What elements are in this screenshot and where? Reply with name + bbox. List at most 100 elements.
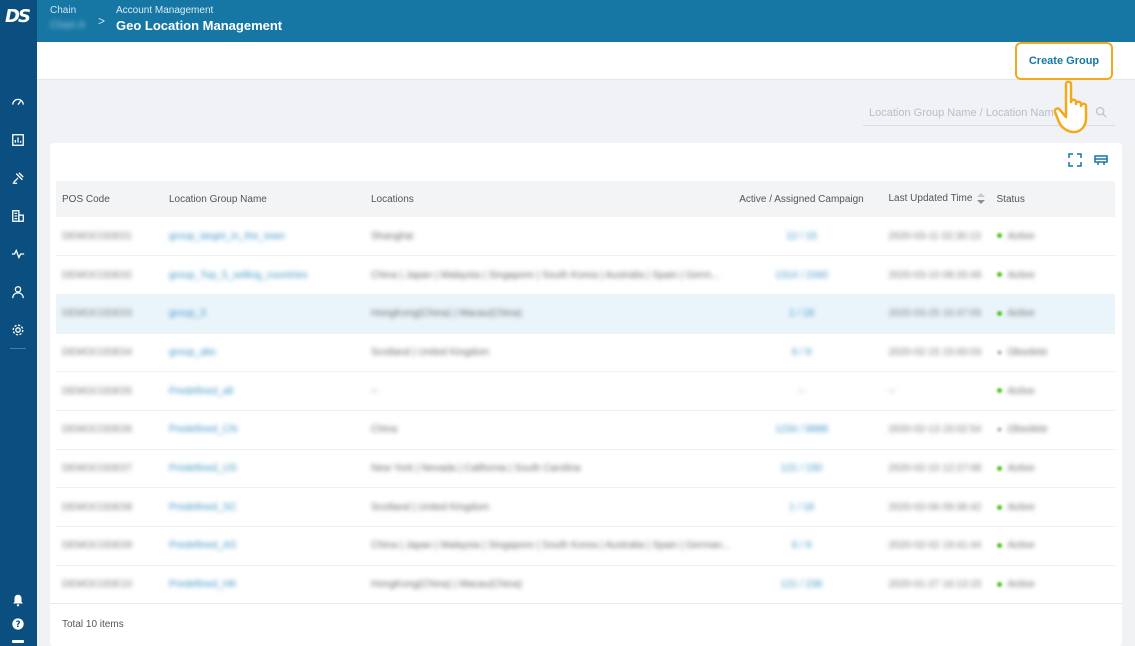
campaign-icon[interactable] bbox=[8, 168, 28, 188]
campaign-count-link[interactable]: 1234 / 8888 bbox=[775, 424, 828, 435]
cell-group-name[interactable]: group_target_in_the_town bbox=[163, 217, 365, 256]
group-name-link[interactable]: Predefined_all bbox=[169, 386, 233, 397]
cell-campaign[interactable]: 1314 / 2340 bbox=[731, 256, 873, 295]
table-row[interactable]: DEMOCODE03 group_3 HongKong(China) | Mac… bbox=[56, 294, 1115, 334]
cell-group-name[interactable]: Predefined_all bbox=[163, 372, 365, 411]
group-name-link[interactable]: Predefined_CN bbox=[169, 424, 237, 435]
pos-code-text: DEMOCODE05 bbox=[62, 385, 133, 397]
group-name-link[interactable]: group_3 bbox=[169, 308, 206, 319]
user-icon[interactable] bbox=[8, 282, 28, 302]
status-badge: Active bbox=[1007, 269, 1035, 281]
cell-campaign[interactable]: 121 / 236 bbox=[731, 565, 873, 604]
chain-selector[interactable]: Chain A bbox=[50, 20, 85, 31]
table-row[interactable]: DEMOCODE07 Predefined_US New York | Neva… bbox=[56, 449, 1115, 488]
pos-code-text: DEMOCODE07 bbox=[62, 462, 133, 474]
cell-group-name[interactable]: Predefined_HK bbox=[163, 565, 365, 604]
campaign-count-link[interactable]: 1 / 18 bbox=[789, 308, 814, 319]
table-row[interactable]: DEMOCODE08 Predefined_SC Scotland | Unit… bbox=[56, 488, 1115, 527]
cell-campaign[interactable]: 1 / 18 bbox=[731, 488, 873, 527]
collapse-handle[interactable] bbox=[12, 640, 24, 643]
status-dot-icon bbox=[996, 311, 1002, 317]
cell-updated-time: -- bbox=[873, 372, 991, 411]
status-badge: Active bbox=[1007, 501, 1035, 513]
group-name-link[interactable]: Predefined_HK bbox=[169, 579, 237, 590]
cell-campaign[interactable]: 121 / 150 bbox=[731, 449, 873, 488]
col-pos-code: POS Code bbox=[62, 193, 110, 205]
status-dot-icon bbox=[996, 581, 1002, 587]
status-dot-icon bbox=[996, 349, 1002, 355]
campaign-count-link[interactable]: 12 / 15 bbox=[786, 231, 817, 242]
campaign-count-link[interactable]: 1 / 18 bbox=[789, 502, 814, 513]
bell-icon[interactable] bbox=[8, 590, 28, 610]
fullscreen-icon[interactable] bbox=[1068, 153, 1082, 167]
cell-group-name[interactable]: Predefined_CN bbox=[163, 410, 365, 449]
updated-time-text: 2020-02-13 15:02:54 bbox=[888, 424, 982, 436]
building-icon[interactable] bbox=[8, 206, 28, 226]
hand-pointer-icon bbox=[1053, 80, 1088, 134]
cell-campaign[interactable]: -- bbox=[731, 372, 873, 411]
cell-pos-code: DEMOCODE01 bbox=[56, 217, 163, 256]
create-group-button[interactable]: Create Group bbox=[1015, 42, 1113, 80]
cell-locations: HongKong(China) | Macau(China) bbox=[365, 565, 731, 604]
cell-status: Active bbox=[991, 449, 1116, 488]
group-name-link[interactable]: group_abc bbox=[169, 347, 216, 358]
cell-group-name[interactable]: group_Top_5_selling_countries bbox=[163, 256, 365, 295]
cell-updated-time: 2020-03-11 02:30:13 bbox=[873, 217, 991, 256]
table-row[interactable]: DEMOCODE04 group_abc Scotland | United K… bbox=[56, 333, 1115, 372]
group-name-link[interactable]: Predefined_US bbox=[169, 463, 237, 474]
cell-pos-code: DEMOCODE07 bbox=[56, 449, 163, 488]
breadcrumb-parent[interactable]: Account Management bbox=[116, 5, 213, 16]
report-icon[interactable] bbox=[8, 130, 28, 150]
cell-group-name[interactable]: Predefined_US bbox=[163, 449, 365, 488]
table-row[interactable]: DEMOCODE01 group_target_in_the_town Shan… bbox=[56, 217, 1115, 256]
cell-group-name[interactable]: group_abc bbox=[163, 333, 365, 372]
campaign-count-link[interactable]: 6 / 9 bbox=[792, 347, 811, 358]
cell-group-name[interactable]: Predefined_SC bbox=[163, 488, 365, 527]
status-badge: Active bbox=[1007, 308, 1035, 320]
cell-updated-time: 2020-02-02 19:41:44 bbox=[873, 527, 991, 566]
table-row[interactable]: DEMOCODE06 Predefined_CN China 1234 / 88… bbox=[56, 410, 1115, 450]
group-name-link[interactable]: Predefined_AS bbox=[169, 540, 236, 551]
table-row[interactable]: DEMOCODE09 Predefined_AS China | Japan |… bbox=[56, 527, 1115, 566]
table-row[interactable]: DEMOCODE02 group_Top_5_selling_countries… bbox=[56, 256, 1115, 295]
locations-text: HongKong(China) | Macau(China) bbox=[371, 579, 523, 591]
activity-icon[interactable] bbox=[8, 244, 28, 264]
cell-group-name[interactable]: group_3 bbox=[163, 294, 365, 333]
sidebar-divider bbox=[10, 348, 26, 349]
footer-divider bbox=[50, 603, 1122, 604]
logo[interactable]: DS bbox=[5, 6, 33, 30]
cell-campaign[interactable]: 1 / 18 bbox=[731, 294, 873, 333]
campaign-count-link[interactable]: 121 / 150 bbox=[781, 463, 823, 474]
updated-time-text: 2020-01-27 16:13:15 bbox=[888, 579, 982, 591]
cell-campaign[interactable]: 1234 / 8888 bbox=[731, 410, 873, 449]
cell-campaign[interactable]: 6 / 9 bbox=[731, 527, 873, 566]
cell-updated-time: 2020-03-10 08:20:49 bbox=[873, 256, 991, 295]
pos-code-text: DEMOCODE06 bbox=[62, 424, 133, 436]
col-last-updated-time[interactable]: Last Updated Time bbox=[873, 181, 991, 217]
campaign-count-link[interactable]: 6 / 9 bbox=[792, 540, 811, 551]
status-badge: Active bbox=[1007, 540, 1035, 552]
cell-status: Active bbox=[991, 488, 1116, 527]
group-name-link[interactable]: group_target_in_the_town bbox=[169, 231, 285, 242]
col-location-group-name: Location Group Name bbox=[169, 193, 267, 205]
column-settings-icon[interactable] bbox=[1094, 153, 1108, 167]
cell-group-name[interactable]: Predefined_AS bbox=[163, 527, 365, 566]
group-name-link[interactable]: Predefined_SC bbox=[169, 502, 237, 513]
updated-time-text: 2020-02-02 19:41:44 bbox=[888, 540, 982, 552]
cell-pos-code: DEMOCODE06 bbox=[56, 410, 163, 449]
campaign-count-link[interactable]: 121 / 236 bbox=[781, 579, 823, 590]
status-badge: Obsolete bbox=[1007, 346, 1048, 358]
table-row[interactable]: DEMOCODE10 Predefined_HK HongKong(China)… bbox=[56, 565, 1115, 604]
campaign-count-link[interactable]: 1314 / 2340 bbox=[775, 270, 828, 281]
dashboard-icon[interactable] bbox=[8, 92, 28, 112]
sort-icon[interactable] bbox=[976, 193, 986, 205]
help-icon[interactable]: ? bbox=[8, 614, 28, 634]
settings-icon[interactable] bbox=[8, 320, 28, 340]
location-group-table: POS Code Location Group Name Locations A… bbox=[56, 181, 1115, 604]
cell-campaign[interactable]: 6 / 9 bbox=[731, 333, 873, 372]
cell-campaign[interactable]: 12 / 15 bbox=[731, 217, 873, 256]
group-name-link[interactable]: group_Top_5_selling_countries bbox=[169, 270, 307, 281]
status-badge: Active bbox=[1007, 230, 1035, 242]
campaign-count-link[interactable]: -- bbox=[798, 386, 805, 397]
table-row[interactable]: DEMOCODE05 Predefined_all -- -- -- Activ… bbox=[56, 372, 1115, 411]
